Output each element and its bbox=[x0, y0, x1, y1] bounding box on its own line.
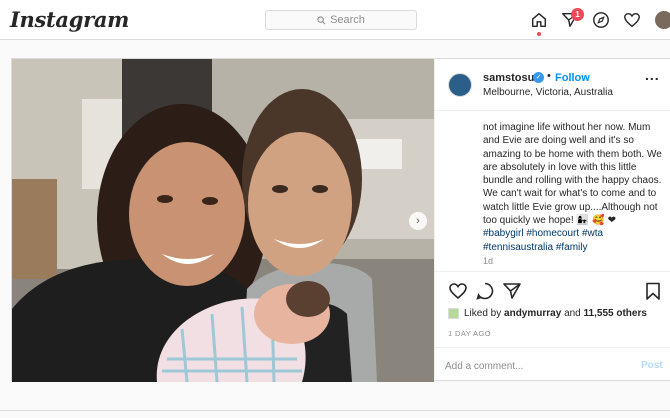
hashtags-line-1[interactable]: #babygirl #homecourt #wta bbox=[483, 228, 603, 239]
post-photo[interactable]: › bbox=[12, 59, 434, 382]
post-header: samstosur ✓ • Follow Melbourne, Victoria… bbox=[435, 59, 670, 111]
page-divider bbox=[0, 410, 670, 411]
share-paper-plane-icon[interactable] bbox=[502, 281, 522, 301]
hashtags-line-2[interactable]: #tennisaustralia #family bbox=[483, 242, 588, 253]
instagram-logo[interactable]: Instagram bbox=[10, 7, 129, 32]
comment-input[interactable] bbox=[445, 358, 625, 374]
next-photo-chevron-icon[interactable]: › bbox=[409, 212, 427, 230]
top-navigation-bar: Instagram Search 1 bbox=[0, 0, 670, 40]
likes-and: and bbox=[564, 308, 581, 319]
profile-avatar[interactable] bbox=[655, 11, 670, 29]
like-heart-icon[interactable] bbox=[448, 281, 468, 301]
post-card: › samstosur ✓ • Follow Melbourne, Victor… bbox=[11, 58, 670, 382]
verified-badge-icon: ✓ bbox=[533, 72, 544, 83]
author-username[interactable]: samstosur bbox=[483, 72, 539, 84]
likes-summary: Liked by andymurray and 11,555 others bbox=[464, 308, 647, 319]
post-location[interactable]: Melbourne, Victoria, Australia bbox=[483, 87, 613, 98]
separator-dot: • bbox=[547, 70, 551, 82]
activity-heart-icon[interactable] bbox=[623, 11, 641, 29]
caption-age: 1d bbox=[483, 256, 494, 266]
search-placeholder: Search bbox=[330, 14, 365, 26]
author-avatar[interactable] bbox=[448, 73, 472, 97]
likes-user[interactable]: andymurray bbox=[504, 308, 561, 319]
post-comment-button[interactable]: Post bbox=[641, 360, 663, 371]
liker-avatar[interactable] bbox=[448, 308, 459, 319]
follow-button[interactable]: Follow bbox=[555, 72, 590, 84]
caption-text: not imagine life without her now. Mum an… bbox=[483, 122, 662, 227]
save-bookmark-icon[interactable] bbox=[643, 281, 663, 301]
post-actions-section: Liked by andymurray and 11,555 others 1 … bbox=[435, 271, 670, 382]
likes-prefix: Liked by bbox=[464, 308, 502, 319]
home-active-dot bbox=[537, 32, 541, 36]
post-sidebar: samstosur ✓ • Follow Melbourne, Victoria… bbox=[434, 59, 670, 382]
caption-emojis: 👩‍👧 🥰 ❤ bbox=[576, 215, 617, 227]
home-icon[interactable] bbox=[530, 11, 548, 29]
search-icon bbox=[317, 15, 326, 24]
post-caption: not imagine life without her now. Mum an… bbox=[483, 121, 667, 254]
notification-badge: 1 bbox=[571, 8, 584, 21]
explore-compass-icon[interactable] bbox=[592, 11, 610, 29]
comment-bubble-icon[interactable] bbox=[475, 281, 495, 301]
photo-illustration bbox=[12, 59, 434, 382]
post-timestamp[interactable]: 1 DAY AGO bbox=[448, 329, 491, 338]
likes-count[interactable]: 11,555 others bbox=[584, 308, 647, 319]
more-options-icon[interactable]: ... bbox=[645, 67, 660, 83]
search-input[interactable]: Search bbox=[265, 10, 417, 30]
comment-composer: Post bbox=[435, 347, 670, 383]
